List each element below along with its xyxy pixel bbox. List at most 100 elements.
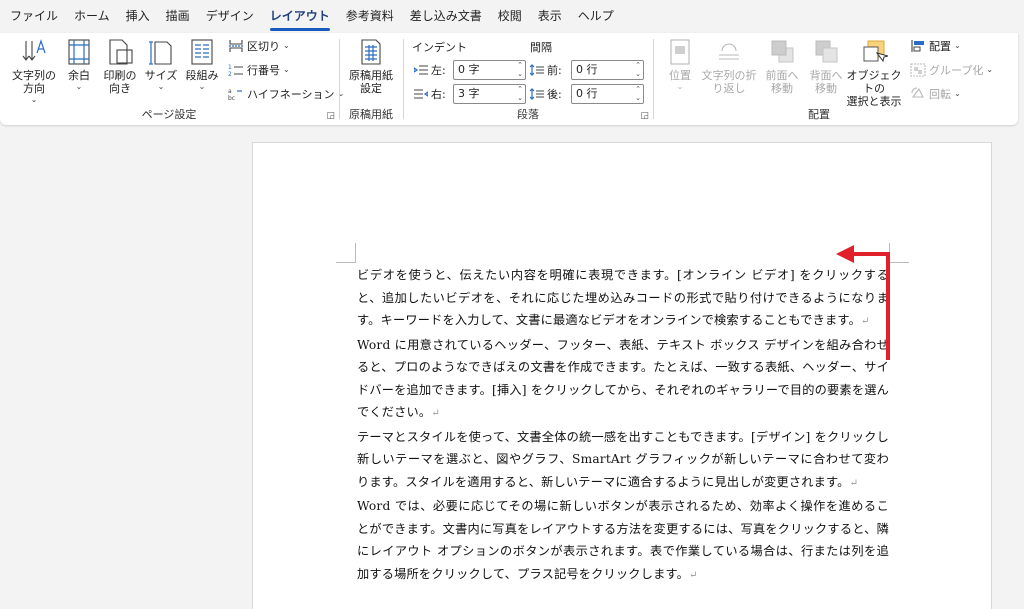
hyphenation-button[interactable]: a bc ハイフネーション ⌄ [228, 85, 344, 103]
indent-right-icon [414, 88, 429, 100]
dialog-launcher-icon[interactable]: ◲ [326, 111, 335, 121]
svg-text:bc: bc [228, 95, 235, 101]
selection-pane-label: オブジェクトの 選択と表示 [846, 69, 902, 108]
breaks-icon [228, 39, 244, 53]
spacing-after-icon [529, 88, 544, 100]
svg-text:2: 2 [228, 71, 232, 77]
hyphenation-icon: a bc [228, 87, 244, 102]
indent-right-label: 右: [414, 84, 446, 104]
margin-corner-mark [336, 243, 356, 263]
spacing-before-icon [529, 64, 544, 76]
size-button[interactable]: サイズ ⌄ [142, 37, 180, 92]
chevron-down-icon: ⌄ [986, 65, 994, 74]
line-numbers-icon: 12 [228, 63, 244, 78]
selection-pane-button[interactable]: オブジェクトの 選択と表示 [844, 37, 904, 108]
position-button[interactable]: 位置 ⌄ [660, 37, 700, 92]
spin-arrows-icon[interactable]: ⌃ ⌄ [517, 61, 523, 79]
margins-icon [65, 37, 93, 67]
group-page-setup: 文字列の 方向 ⌄ 余白 ⌄ 印刷の 向き サイズ ⌄ 段組み ⌄ 区切り ⌄ … [0, 33, 344, 125]
document-body[interactable]: ビデオを使うと、伝えたい内容を明確に表現できます。[オンライン ビデオ] をクリ… [357, 264, 889, 587]
orientation-icon [106, 37, 134, 67]
line-numbers-button[interactable]: 12 行番号 ⌄ [228, 61, 290, 79]
wrap-text-label: 文字列の折 り返し [701, 69, 757, 95]
manuscript-settings-label: 原稿用紙 設定 [349, 69, 393, 95]
send-backward-icon [812, 37, 840, 67]
paragraph[interactable]: ビデオを使うと、伝えたい内容を明確に表現できます。[オンライン ビデオ] をクリ… [357, 264, 889, 334]
group-manuscript: 原稿用紙 設定 原稿用紙 [340, 33, 402, 125]
wrap-text-icon [715, 37, 743, 67]
tab-help[interactable]: ヘルプ [570, 0, 622, 33]
size-icon [147, 37, 175, 67]
manuscript-settings-button[interactable]: 原稿用紙 設定 [346, 37, 396, 95]
spacing-after-label: 後: [529, 84, 562, 104]
spacing-before-input[interactable]: 0 行 ⌃ ⌄ [571, 60, 644, 80]
annotation-arrow-icon [836, 245, 890, 360]
paragraph[interactable]: テーマとスタイルを使って、文書全体の統一感を出すこともできます。[デザイン] を… [357, 426, 889, 496]
columns-button[interactable]: 段組み ⌄ [182, 37, 222, 92]
breaks-label: 区切り [247, 40, 280, 53]
bring-forward-button[interactable]: 前面へ 移動 [760, 37, 804, 95]
tab-review[interactable]: 校閲 [490, 0, 530, 33]
tab-design[interactable]: デザイン [198, 0, 262, 33]
group-label-arrange: 配置 [808, 108, 830, 121]
menu-bar: ファイル ホーム 挿入 描画 デザイン レイアウト 参考資料 差し込み文書 校閲… [0, 0, 1024, 33]
size-label: サイズ [144, 69, 178, 82]
align-label: 配置 [929, 40, 951, 53]
tab-mailings[interactable]: 差し込み文書 [402, 0, 490, 33]
margins-label: 余白 [68, 69, 90, 82]
wrap-text-button[interactable]: 文字列の折 り返し [700, 37, 758, 95]
spin-arrows-icon[interactable]: ⌃ ⌄ [635, 61, 641, 79]
paragraph-mark-icon: ↵ [689, 569, 698, 581]
columns-label: 段組み [185, 69, 219, 82]
chevron-down-icon: ⌄ [283, 41, 290, 50]
margins-button[interactable]: 余白 ⌄ [62, 37, 96, 92]
tab-file[interactable]: ファイル [2, 0, 66, 33]
spin-arrows-icon[interactable]: ⌃ ⌄ [635, 85, 641, 103]
paragraph[interactable]: Word では、必要に応じてその場に新しいボタンが表示されるため、効率よく操作を… [357, 495, 889, 587]
tab-references[interactable]: 参考資料 [338, 0, 402, 33]
group-button[interactable]: グループ化 ⌄ [910, 61, 993, 79]
spacing-before-label: 前: [529, 60, 562, 80]
group-icon [910, 63, 926, 77]
paragraph-mark-icon: ↵ [849, 477, 859, 489]
svg-text:a: a [228, 88, 232, 95]
tab-home[interactable]: ホーム [66, 0, 118, 33]
chevron-down-icon: ⌄ [30, 95, 38, 104]
tab-insert[interactable]: 挿入 [118, 0, 158, 33]
chevron-down-icon: ⌄ [198, 82, 206, 91]
tab-draw[interactable]: 描画 [158, 0, 198, 33]
group-label-paragraph: 段落 [517, 108, 539, 121]
align-button[interactable]: 配置 ⌄ [910, 37, 961, 55]
indent-header: インデント [412, 41, 467, 54]
group-arrange: 位置 ⌄ 文字列の折 り返し 前面へ 移動 背面へ 移動 オブジェクトの 選択と… [654, 33, 1004, 125]
tab-layout[interactable]: レイアウト [262, 0, 338, 33]
spin-arrows-icon[interactable]: ⌃ ⌄ [517, 85, 523, 103]
paragraph[interactable]: Word に用意されているヘッダー、フッター、表紙、テキスト ボックス デザイン… [357, 334, 889, 426]
spacing-after-input[interactable]: 0 行 ⌃ ⌄ [571, 84, 644, 104]
dialog-launcher-icon[interactable]: ◲ [640, 111, 649, 121]
text-direction-icon [20, 37, 48, 67]
selection-pane-icon [860, 37, 890, 67]
chevron-down-icon: ⌄ [676, 82, 684, 91]
bring-forward-label: 前面へ 移動 [765, 69, 799, 95]
orientation-button[interactable]: 印刷の 向き [100, 37, 140, 95]
columns-icon [188, 37, 216, 67]
chevron-down-icon: ⌄ [157, 82, 165, 91]
rotate-button[interactable]: 回転 ⌄ [910, 85, 961, 103]
svg-text:1: 1 [228, 64, 232, 71]
manuscript-icon [357, 37, 385, 67]
orientation-label: 印刷の 向き [103, 69, 137, 95]
rotate-icon [910, 87, 926, 101]
breaks-button[interactable]: 区切り ⌄ [228, 37, 290, 55]
line-numbers-label: 行番号 [247, 64, 280, 77]
indent-left-input[interactable]: 0 字 ⌃ ⌄ [453, 60, 526, 80]
ribbon: 文字列の 方向 ⌄ 余白 ⌄ 印刷の 向き サイズ ⌄ 段組み ⌄ 区切り ⌄ … [0, 33, 1018, 125]
tab-view[interactable]: 表示 [530, 0, 570, 33]
group-label: グループ化 [929, 64, 984, 77]
send-backward-button[interactable]: 背面へ 移動 [804, 37, 848, 95]
send-backward-label: 背面へ 移動 [809, 69, 843, 95]
bring-forward-icon [768, 37, 796, 67]
indent-right-input[interactable]: 3 字 ⌃ ⌄ [453, 84, 526, 104]
text-direction-button[interactable]: 文字列の 方向 ⌄ [8, 37, 60, 105]
chevron-down-icon: ⌄ [954, 89, 961, 98]
